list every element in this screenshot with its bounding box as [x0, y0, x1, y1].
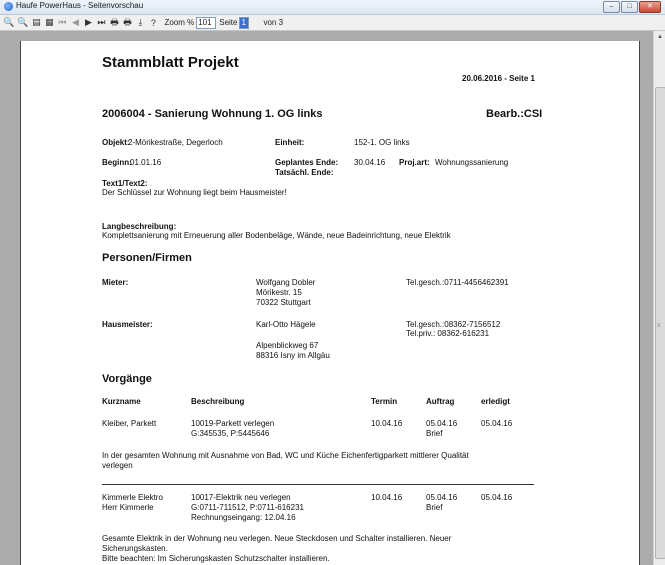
geplantes-ende-label: Geplantes Ende:	[275, 158, 339, 167]
zoom-out-icon[interactable]: 🔍	[17, 16, 28, 29]
langbeschreibung-label: Langbeschreibung:	[102, 222, 177, 231]
col-termin: Termin	[371, 397, 398, 406]
mieter-tel: Tel.gesch.:0711-4456462391	[406, 278, 509, 287]
report-page: Stammblatt Projekt 20.06.2016 - Seite 1 …	[20, 41, 640, 565]
v2-erledigt: 05.04.16	[481, 493, 513, 502]
projart-value: Wohnungssanierung	[435, 158, 509, 167]
v2-note-line3: Bitte beachten: Im Sicherungskasten Schu…	[102, 554, 330, 563]
app-icon	[4, 2, 13, 11]
v2-kurzname-line2: Herr Kimmerle	[102, 503, 154, 512]
v2-termin: 10.04.16	[371, 493, 403, 502]
v2-auftrag-art: Brief	[426, 503, 443, 512]
hausmeister-tel-priv: Tel.priv.: 08362-616231	[406, 329, 490, 338]
text-value: Der Schlüssel zur Wohnung liegt beim Hau…	[102, 188, 287, 197]
v2-auftrag: 05.04.16	[426, 493, 458, 502]
mieter-name: Wolfgang Dobler	[256, 278, 316, 287]
langbeschreibung-value: Komplettsanierung mit Erneuerung aller B…	[102, 231, 451, 240]
hausmeister-name: Karl-Otto Hägele	[256, 320, 316, 329]
personen-heading: Personen/Firmen	[102, 252, 192, 264]
last-page-icon[interactable]: ⏭	[96, 16, 106, 29]
vertical-scrollbar[interactable]: ▲ ≡	[653, 31, 665, 565]
preview-viewport: Stammblatt Projekt 20.06.2016 - Seite 1 …	[0, 31, 653, 565]
hausmeister-city: 88316 Isny im Allgäu	[256, 351, 330, 360]
v1-erledigt: 05.04.16	[481, 419, 513, 428]
print-setup-icon[interactable]: 🖶	[122, 16, 132, 29]
preview-toolbar: 🔍 🔍 ▤ ▦ ⏮ ◀ ▶ ⏭ 🖶 🖶 ⤓ ? Zoom % 101 Seite…	[0, 15, 665, 31]
print-icon[interactable]: 🖶	[109, 16, 119, 29]
v2-note-line2: Sicherungskasten.	[102, 544, 168, 553]
window-titlebar: Haufe PowerHaus - Seitenvorschau – □ ✕	[0, 0, 665, 15]
vorgaenge-heading: Vorgänge	[102, 373, 152, 385]
window-title: Haufe PowerHaus - Seitenvorschau	[16, 1, 144, 10]
col-erledigt: erledigt	[481, 397, 510, 406]
col-kurzname: Kurzname	[102, 397, 141, 406]
page-count-label: von 3	[263, 18, 284, 27]
hausmeister-tel-gesch: Tel.gesch.:08362-7156512	[406, 320, 501, 329]
text-label: Text1/Text2:	[102, 179, 148, 188]
help-icon[interactable]: ?	[148, 16, 158, 29]
v2-desc2: G:0711-711512, P:0711-616231	[191, 503, 304, 512]
window-controls: – □ ✕	[603, 1, 661, 13]
v1-termin: 10.04.16	[371, 419, 403, 428]
v1-auftrag: 05.04.16	[426, 419, 458, 428]
objekt-label: Objekt:	[102, 138, 130, 147]
minimize-button[interactable]: –	[603, 1, 620, 13]
hausmeister-street: Alpenblickweg 67	[256, 341, 319, 350]
scroll-grip-icon: ≡	[657, 323, 661, 329]
geplantes-ende-value: 30.04.16	[354, 158, 386, 167]
mieter-label: Mieter:	[102, 278, 129, 287]
zoom-label: Zoom %	[164, 18, 195, 27]
report-date-page: 20.06.2016 - Seite 1	[462, 74, 535, 83]
v2-kurzname-line1: Kimmerle Elektro	[102, 493, 163, 502]
v1-desc2: G:345535, P:5445646	[191, 429, 270, 438]
maximize-button[interactable]: □	[621, 1, 638, 13]
einheit-label: Einheit:	[275, 138, 305, 147]
vorgang-divider	[102, 484, 534, 485]
col-auftrag: Auftrag	[426, 397, 455, 406]
zoom-input[interactable]: 101	[196, 16, 217, 29]
bearbeiter: Bearb.:CSI	[486, 108, 543, 120]
project-heading: 2006004 - Sanierung Wohnung 1. OG links	[102, 108, 323, 120]
next-page-icon[interactable]: ▶	[83, 16, 93, 29]
v2-desc3: Rechnungseingang: 12.04.16	[191, 513, 296, 522]
prev-page-icon[interactable]: ◀	[70, 16, 80, 29]
projart-label: Proj.art:	[399, 158, 430, 167]
report-title: Stammblatt Projekt	[102, 54, 239, 71]
beginn-value: 01.01.16	[130, 158, 162, 167]
v1-auftrag-art: Brief	[426, 429, 443, 438]
first-page-icon[interactable]: ⏮	[57, 16, 67, 29]
tatsaechl-ende-label: Tatsächl. Ende:	[275, 168, 334, 177]
scroll-up-arrow-icon[interactable]: ▲	[654, 31, 665, 43]
v2-note-line1: Gesamte Elektrik in der Wohnung neu verl…	[102, 534, 452, 543]
page-view-icon[interactable]: ▦	[44, 16, 54, 29]
v1-kurzname: Kleiber, Parkett	[102, 419, 157, 428]
v1-note-line2: verlegen	[102, 461, 133, 470]
objekt-value: 2-Mörikestraße, Degerloch	[128, 138, 223, 147]
page-input[interactable]: 1	[239, 16, 250, 29]
v1-desc1: 10019-Parkett verlegen	[191, 419, 275, 428]
v2-desc1: 10017-Elektrik neu verlegen	[191, 493, 291, 502]
export-icon[interactable]: ⤓	[135, 16, 145, 29]
beginn-label: Beginn:	[102, 158, 132, 167]
v1-note-line1: In der gesamten Wohnung mit Ausnahme von…	[102, 451, 469, 460]
fit-width-icon[interactable]: ▤	[31, 16, 41, 29]
mieter-street: Mörikestr. 15	[256, 288, 302, 297]
einheit-value: 152-1. OG links	[354, 138, 410, 147]
close-button[interactable]: ✕	[639, 1, 661, 13]
page-label: Seite	[219, 18, 238, 27]
mieter-city: 70322 Stuttgart	[256, 298, 311, 307]
zoom-in-icon[interactable]: 🔍	[3, 16, 14, 29]
col-beschreibung: Beschreibung	[191, 397, 245, 406]
hausmeister-label: Hausmeister:	[102, 320, 153, 329]
